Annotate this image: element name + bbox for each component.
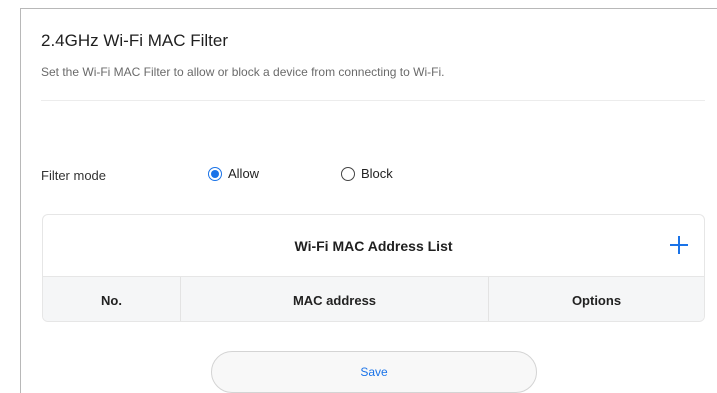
column-header-options: Options <box>571 292 622 308</box>
radio-unchecked-icon[interactable] <box>341 166 355 181</box>
allow-option-label: Allow <box>228 166 260 181</box>
mac-list-title: Wi-Fi MAC Address List <box>294 237 453 254</box>
column-header-no: No. <box>43 277 181 321</box>
column-header-mac-address: MAC address <box>181 277 489 321</box>
add-mac-button[interactable] <box>668 234 690 256</box>
filter-mode-label: Filter mode <box>41 168 107 183</box>
save-button[interactable]: Save <box>211 351 537 393</box>
radio-checked-icon[interactable] <box>208 166 222 181</box>
plus-icon-stem <box>678 236 680 254</box>
block-option-label: Block <box>361 166 393 181</box>
page-title: 2.4GHz Wi-Fi MAC Filter <box>41 31 228 50</box>
mac-address-list: Wi-Fi MAC Address List No. MAC address O… <box>42 214 705 322</box>
section-divider <box>41 100 705 101</box>
filter-mode-allow-radio[interactable]: Allow <box>208 166 259 181</box>
mac-list-header: Wi-Fi MAC Address List <box>43 215 704 277</box>
mac-table-header: No. MAC address Options <box>43 277 704 321</box>
filter-mode-block-radio[interactable]: Block <box>341 166 393 181</box>
page-description: Set the Wi-Fi MAC Filter to allow or blo… <box>41 65 445 79</box>
mac-filter-panel: 2.4GHz Wi-Fi MAC Filter Set the Wi-Fi MA… <box>20 8 717 393</box>
save-button-label: Save <box>360 365 388 379</box>
radio-dot-icon <box>211 169 219 178</box>
